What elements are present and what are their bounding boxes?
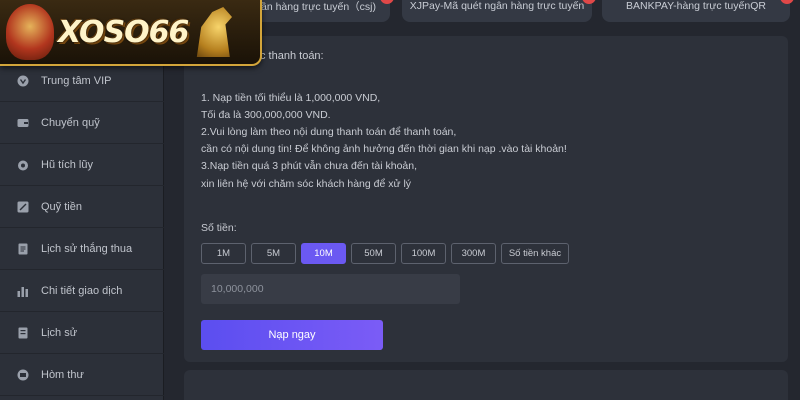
instruction-line: 1. Nạp tiền tối thiểu là 1,000,000 VND, [201, 92, 381, 104]
payment-tab-label: BANKPAY-hàng trực tuyếnQR [626, 0, 766, 12]
amount-option-100m[interactable]: 100M [401, 243, 446, 264]
sidebar-item-label: Chi tiết giao dịch [41, 284, 123, 297]
fund-icon [16, 200, 30, 214]
instruction-line: Tối đa là 300,000,000 VND. [201, 109, 331, 121]
amount-option-other[interactable]: Số tiền khác [501, 243, 569, 264]
sidebar-item-label: Lịch sử thắng thua [41, 242, 133, 255]
sidebar-item-label: Trung tâm VIP [41, 74, 112, 87]
brand-logo[interactable]: XOSO66 [0, 0, 262, 66]
deposit-panel [184, 36, 788, 362]
payment-tab-bankpay[interactable]: BANKPAY-hàng trực tuyếnQR [602, 0, 790, 22]
sidebar-item-transfer[interactable]: Chuyển quỹ [0, 102, 164, 144]
sidebar-item-label: Chuyển quỹ [41, 116, 100, 129]
instruction-line: 3.Nạp tiền quá 3 phút vẫn chưa đến tài k… [201, 160, 418, 172]
amount-option-5m[interactable]: 5M [251, 243, 296, 264]
sidebar-item-mailbox[interactable]: Hòm thư [0, 354, 164, 396]
amount-option-300m[interactable]: 300M [451, 243, 496, 264]
amount-option-1m[interactable]: 1M [201, 243, 246, 264]
instruction-line: 2.Vui lòng làm theo nội dung thanh toán … [201, 126, 457, 138]
sidebar-item-vip-center[interactable]: Trung tâm VIP [0, 60, 164, 102]
deposit-now-button[interactable]: Nạp ngay [201, 320, 383, 350]
payment-instructions-heading: c thanh toán: [260, 50, 324, 62]
sidebar-item-fund[interactable]: Quỹ tiền [0, 186, 164, 228]
chart-bars-icon [16, 284, 30, 298]
payment-tab-label: XJPay-Mã quét ngân hàng trực tuyến [409, 0, 585, 12]
jar-icon [16, 158, 30, 172]
sidebar-item-label: Hũ tích lũy [41, 158, 93, 171]
amount-input[interactable]: 10,000,000 [201, 274, 460, 304]
sidebar-item-label: Quỹ tiền [41, 200, 82, 213]
sidebar-item-jar[interactable]: Hũ tích lũy [0, 144, 164, 186]
sidebar-item-history[interactable]: Lịch sử [0, 312, 164, 354]
amount-label: Số tiền: [201, 222, 237, 234]
sidebar-item-label: Lịch sử [41, 326, 78, 339]
wallet-icon [16, 116, 30, 130]
amount-option-10m[interactable]: 10M [301, 243, 346, 264]
bottom-panel [184, 370, 788, 400]
payment-tab-xjpay[interactable]: XJPay-Mã quét ngân hàng trực tuyến [402, 0, 592, 22]
sidebar-item-transaction-details[interactable]: Chi tiết giao dịch [0, 270, 164, 312]
sidebar-item-label: Hòm thư [41, 368, 84, 381]
vip-icon [16, 74, 30, 88]
amount-option-50m[interactable]: 50M [351, 243, 396, 264]
history-doc-icon [16, 242, 30, 256]
history-icon [16, 326, 30, 340]
logo-text: XOSO66 [58, 14, 189, 50]
instruction-line: xin liên hệ với chăm sóc khách hàng để x… [201, 178, 412, 190]
mailbox-icon [16, 368, 30, 382]
sidebar-item-win-loss-history[interactable]: Lịch sử thắng thua [0, 228, 164, 270]
god-of-wealth-image [6, 4, 54, 60]
payment-tab-label: ần hàng trực tuyến（csj) [261, 0, 376, 13]
instruction-line: cần có nội dung tin! Để không ảnh hưởng … [201, 143, 567, 155]
horse-image [196, 7, 233, 57]
